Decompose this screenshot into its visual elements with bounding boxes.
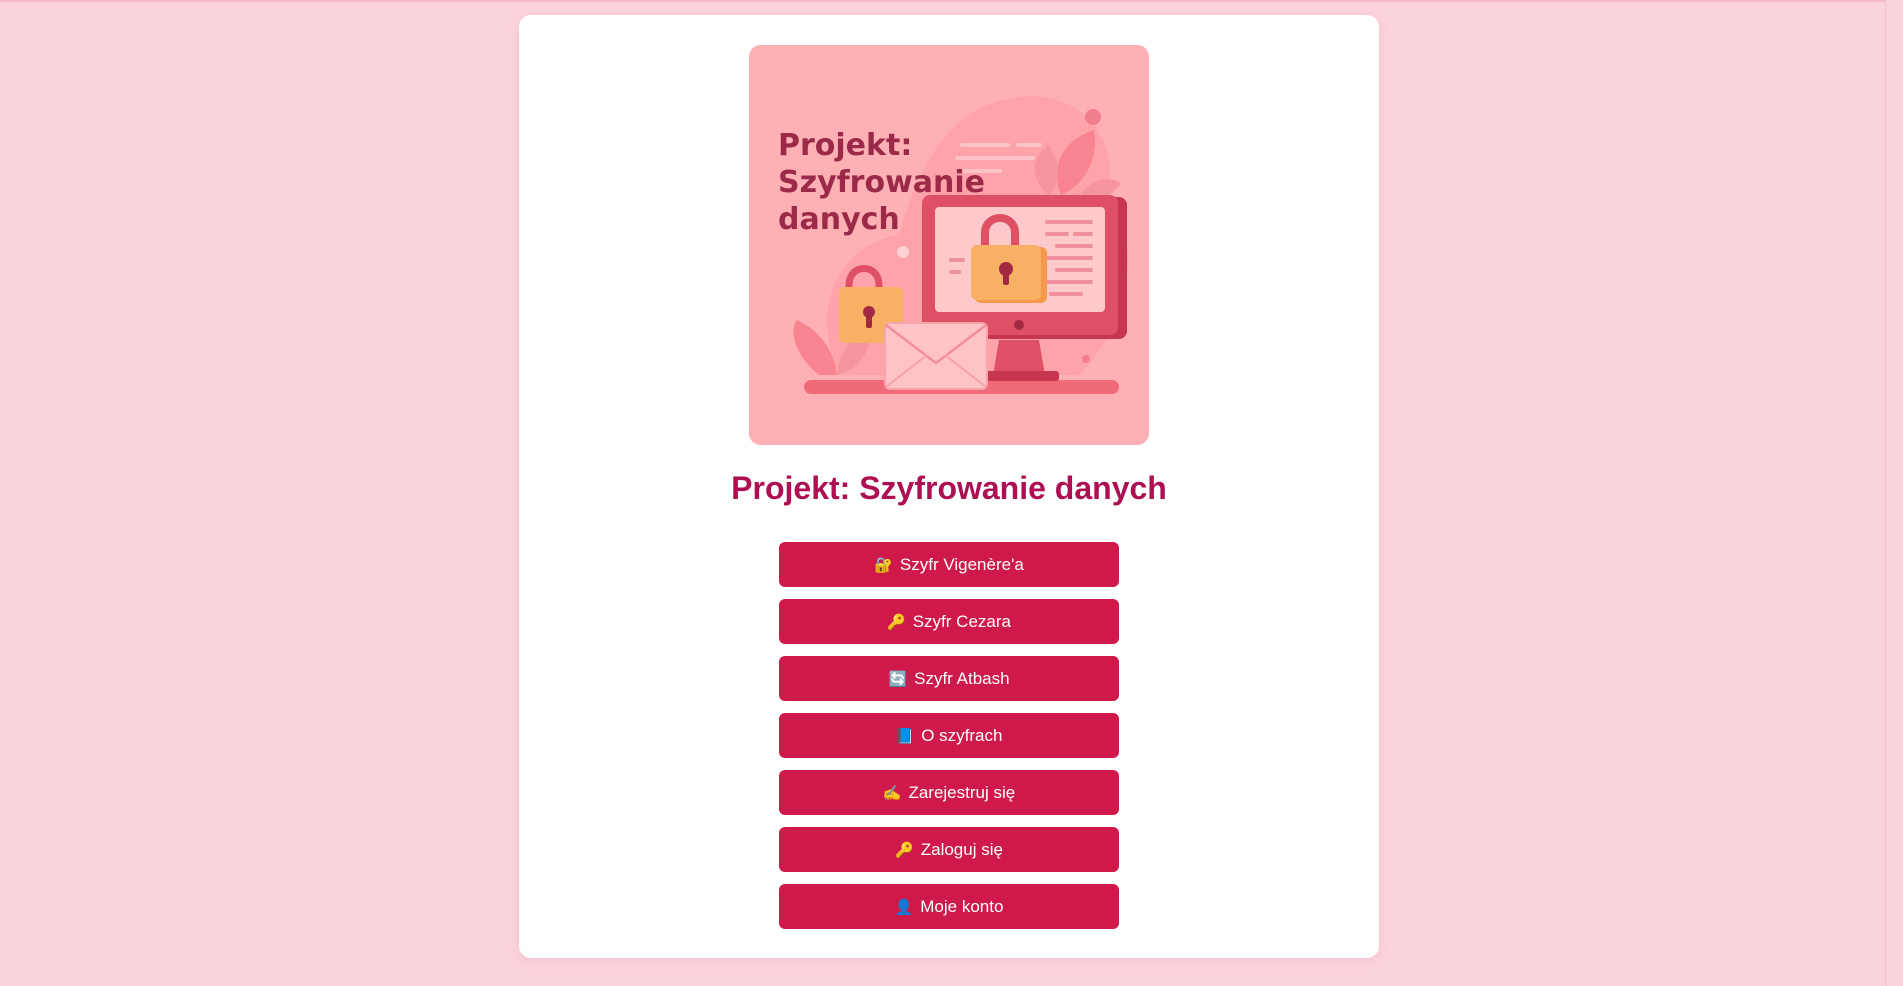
locked-with-key-icon: 🔐	[874, 555, 893, 574]
main-card: Projekt: Szyfrowanie danych Projekt: Szy…	[519, 15, 1379, 958]
menu-item-label: Moje konto	[920, 896, 1004, 916]
writing-hand-icon: ✍️	[882, 783, 902, 802]
top-border	[0, 0, 1903, 2]
arrows-cycle-icon: 🔄	[888, 669, 908, 688]
key-icon: 🔑	[887, 612, 906, 631]
register-button[interactable]: ✍️ Zarejestruj się	[779, 770, 1119, 815]
user-silhouette-icon: 👤	[894, 897, 914, 916]
page-title: Projekt: Szyfrowanie danych	[731, 470, 1167, 506]
login-button[interactable]: 🔑 Zaloguj się	[779, 827, 1119, 872]
blue-book-icon: 📘	[895, 726, 915, 745]
caesar-cipher-button[interactable]: 🔑 Szyfr Cezara	[779, 599, 1119, 644]
page-scrollbar[interactable]	[1885, 0, 1903, 986]
about-ciphers-button[interactable]: 📘 O szyfrach	[779, 713, 1119, 758]
encryption-illustration	[749, 45, 1149, 445]
menu-item-label: Szyfr Atbash	[914, 668, 1010, 688]
menu-item-label: O szyfrach	[921, 725, 1003, 745]
hero-illustration: Projekt: Szyfrowanie danych	[749, 45, 1149, 445]
vigenere-cipher-button[interactable]: 🔐 Szyfr Vigenère'a	[779, 542, 1119, 587]
menu-item-label: Szyfr Vigenère'a	[899, 554, 1024, 574]
hero-title: Projekt: Szyfrowanie danych	[778, 128, 986, 237]
menu-item-label: Zarejestruj się	[908, 782, 1016, 802]
key-icon: 🔑	[895, 840, 914, 859]
menu-item-label: Zaloguj się	[920, 839, 1003, 859]
menu-item-label: Szyfr Cezara	[912, 611, 1011, 631]
my-account-button[interactable]: 👤 Moje konto	[779, 884, 1119, 929]
atbash-cipher-button[interactable]: 🔄 Szyfr Atbash	[779, 656, 1119, 701]
main-menu: 🔐 Szyfr Vigenère'a 🔑 Szyfr Cezara 🔄 Szyf…	[779, 542, 1119, 941]
